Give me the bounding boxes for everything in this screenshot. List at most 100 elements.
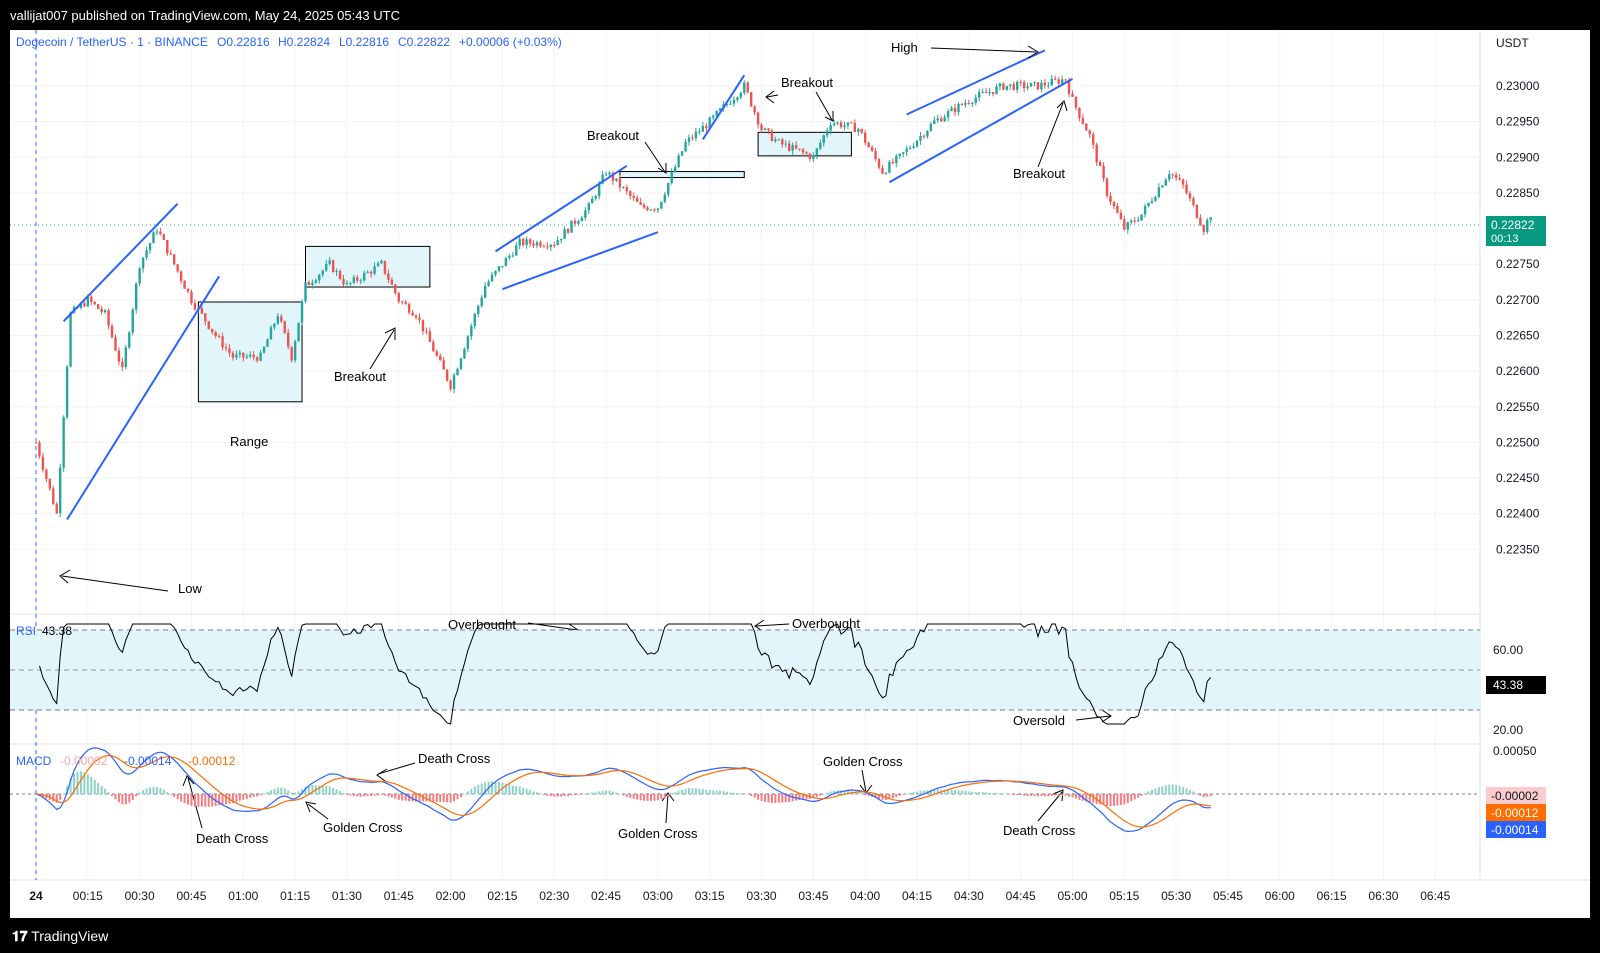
macd-hist-bar: [107, 792, 110, 795]
symbol-label[interactable]: Dogecoin / TetherUS · 1 · BINANCE: [16, 35, 208, 49]
candle-body: [124, 347, 128, 368]
macd-hist-bar: [142, 790, 145, 795]
candle-body: [978, 92, 981, 98]
candle-body: [1005, 85, 1009, 90]
macd-hist-bar: [971, 791, 974, 795]
macd-hist-bar: [916, 791, 919, 795]
macd-hist-bar: [729, 792, 732, 795]
label-high: High: [891, 40, 918, 55]
macd-hist-bar: [764, 794, 767, 802]
currency-label[interactable]: USDT: [1496, 36, 1529, 50]
tradingview-logo[interactable]: 𝟏𝟕 TradingView: [12, 928, 108, 945]
macd-hist-bar: [646, 794, 649, 801]
published-header: vallijat007 published on TradingView.com…: [0, 0, 1600, 30]
macd-hist-bar: [570, 794, 573, 796]
time-tick: 06:45: [1420, 889, 1450, 903]
macd-label: MACD: [16, 754, 52, 768]
macd-hist-bar: [656, 794, 659, 801]
candle-body: [815, 148, 819, 156]
candle-body: [211, 328, 214, 333]
candle-body: [673, 167, 677, 173]
price-axis[interactable]: 0.23000 0.22950 0.22900 0.22850 0.22750 0.227…: [1496, 79, 1540, 556]
macd-hist-bar: [639, 794, 642, 801]
candle-body: [559, 238, 563, 241]
candle-body: [881, 167, 884, 174]
macd-hist-bar: [221, 794, 224, 805]
price-tick: 0.22750: [1496, 257, 1540, 271]
candle-body: [1143, 206, 1147, 215]
macd-hist-bar: [1116, 794, 1119, 806]
macd-hist-bar: [1012, 794, 1015, 796]
candle-body: [711, 115, 715, 118]
candle-body: [421, 319, 425, 332]
candle-body: [138, 268, 141, 284]
candle-body: [839, 122, 843, 128]
candle-body: [1181, 179, 1185, 185]
macd-hist-bar: [1002, 793, 1005, 795]
macd-tag-text: -0.00014: [1491, 823, 1539, 837]
macd-hist-bar: [204, 794, 207, 807]
candle-body: [929, 123, 933, 131]
candle-body: [791, 145, 794, 151]
chart-svg[interactable]: High Low Range Breakout Breakout Breakou…: [10, 30, 1590, 918]
candle-body: [352, 277, 356, 283]
macd-hist-bar: [511, 785, 514, 795]
candle-body: [877, 158, 881, 168]
candle-body: [832, 123, 836, 126]
macd-hist-bar: [62, 793, 65, 795]
time-tick: 05:00: [1057, 889, 1087, 903]
macd-hist-bar: [252, 794, 255, 797]
candle-body: [318, 274, 321, 281]
candle-body: [1002, 83, 1005, 90]
macd-hist-bar: [560, 794, 563, 797]
time-tick: 02:30: [539, 889, 569, 903]
signal-tag-text: -0.00012: [1491, 806, 1539, 820]
macd-hist-bar: [197, 794, 200, 807]
macd-hist-bar: [245, 794, 248, 799]
time-axis[interactable]: 24 00:15 00:30 00:45 01:00 01:15 01:30 01:45 02:…: [29, 889, 1450, 903]
macd-hist-bar: [135, 794, 138, 797]
price-tick: 0.22950: [1496, 115, 1540, 129]
candle-body: [1050, 78, 1053, 86]
candle-body: [501, 266, 504, 268]
macd-hist-bar: [297, 791, 300, 795]
macd-hist-bar: [736, 793, 739, 795]
macd-hist-bar: [611, 791, 614, 795]
candle-body: [860, 129, 863, 133]
chart-panel[interactable]: High Low Range Breakout Breakout Breakou…: [10, 30, 1590, 918]
macd-hist-bar: [359, 794, 362, 797]
candle-body: [504, 258, 508, 267]
macd-hist-bar: [463, 793, 466, 795]
candle-body: [145, 250, 148, 258]
macd-hist-bar: [715, 790, 718, 795]
candle-body: [235, 354, 238, 358]
candle-body: [231, 352, 235, 358]
ohlc-open: O0.22816: [217, 35, 270, 49]
macd-hist-bar: [988, 792, 991, 795]
candle-body: [83, 303, 86, 307]
candle-body: [819, 142, 822, 149]
macd-hist-bar: [687, 788, 690, 795]
candle-body: [262, 346, 266, 353]
label-death-cross-1: Death Cross: [418, 751, 491, 766]
macd-hist-bar: [1182, 786, 1185, 795]
candle-body: [217, 336, 221, 338]
arrow-golden-cross-2: [665, 793, 669, 824]
candle-body: [307, 282, 311, 285]
candle-body: [829, 125, 832, 131]
candle-body: [642, 204, 646, 208]
label-range: Range: [230, 434, 268, 449]
label-breakout-4: Breakout: [1013, 166, 1065, 181]
candle-body: [159, 231, 162, 235]
macd-hist-bar: [815, 794, 818, 798]
macd-hist-bar: [1133, 794, 1136, 800]
candle-body: [587, 203, 590, 211]
trendlines[interactable]: [62, 49, 1073, 520]
macd-hist-bar: [1009, 794, 1012, 795]
candle-body: [134, 283, 138, 310]
candle-body: [1016, 81, 1019, 90]
candle-body: [276, 316, 280, 324]
macd-hist-bar: [345, 794, 348, 795]
time-tick: 02:15: [487, 889, 517, 903]
candle-body: [483, 285, 487, 298]
